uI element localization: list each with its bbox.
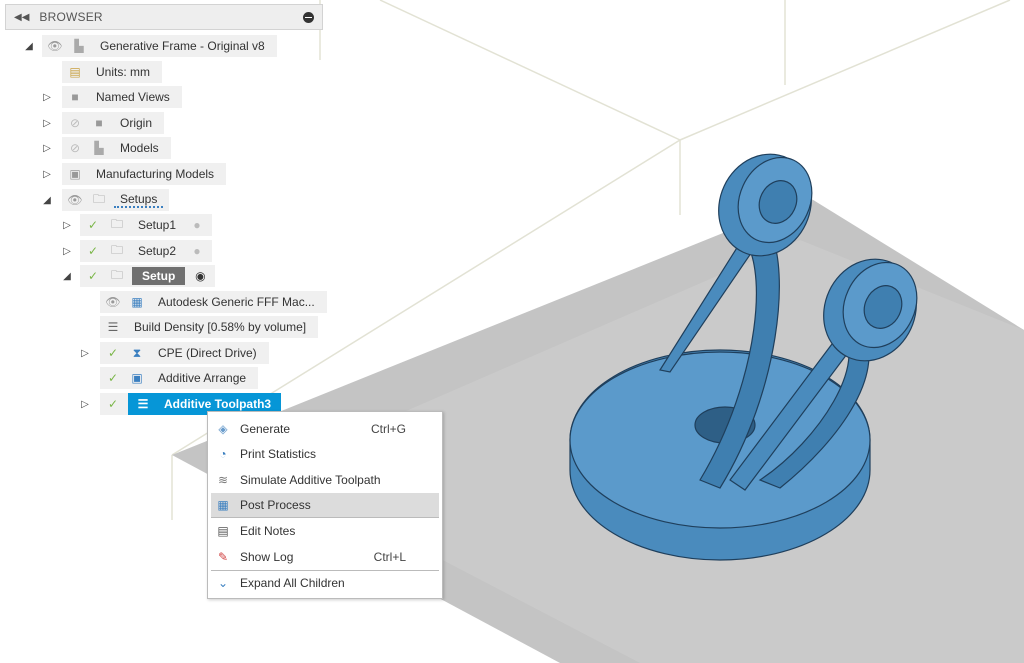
component-icon: ▙ [74,39,84,53]
setup-folder-icon: 🗀 [110,267,123,282]
tree-item-cpe[interactable]: ▷ ✓ ⧗ CPE (Direct Drive) [78,342,269,364]
check-circle-icon: ✓ [107,371,119,385]
tree-item-build-density[interactable]: ☰ Build Density [0.58% by volume] [100,316,319,338]
expanded-arrow-icon[interactable]: ◢ [40,195,54,206]
collapsed-arrow-icon[interactable]: ▷ [40,92,54,103]
collapsed-arrow-icon[interactable]: ▷ [40,118,54,129]
tree-item-setup2[interactable]: ▷ ✓ 🗀 Setup2 ● [60,240,213,262]
tree-item-setup[interactable]: ◢ ✓ 🗀 Setup ◉ [60,265,216,287]
expanded-arrow-icon[interactable]: ◢ [22,41,36,52]
radio-active-icon[interactable]: ◉ [191,267,209,285]
notes-icon: ▤ [217,524,229,539]
setup-folder-icon: 🗀 [110,242,123,257]
expand-chevron-icon: ⌄ [217,576,229,591]
menu-item-edit-notes[interactable]: ▤ Edit Notes [211,518,439,544]
collapsed-arrow-icon[interactable]: ▷ [78,399,92,410]
setup-folder-icon: 🗀 [92,191,105,206]
toolpath-icon: ☰ [137,397,149,411]
list-icon: ☰ [107,320,119,334]
tree-item-setups[interactable]: ◢ 👁 🗀 Setups [40,189,170,211]
tree-item-machine[interactable]: 👁 ▦ Autodesk Generic FFF Mac... [100,291,327,313]
check-circle-icon: ✓ [87,244,99,258]
print-settings-icon: ⧗ [132,345,142,360]
collapsed-arrow-icon[interactable]: ▷ [78,348,92,359]
collapsed-arrow-icon[interactable]: ▷ [60,246,74,257]
minimize-icon[interactable] [303,11,314,23]
clock-icon: ◔ [219,447,227,462]
tree-item-named-views[interactable]: ▷ ■ Named Views [40,86,182,108]
tree-item-manufacturing-models[interactable]: ▷ ▣ Manufacturing Models [40,163,227,185]
folder-icon: ■ [95,116,103,130]
machine-icon: ▦ [131,295,143,309]
collapsed-arrow-icon[interactable]: ▷ [60,220,74,231]
units-document-icon: ▤ [69,65,81,79]
tree-item-setup1[interactable]: ▷ ✓ 🗀 Setup1 ● [60,214,213,236]
tree-item-units[interactable]: ▤ Units: mm [62,61,162,83]
check-circle-icon: ✓ [107,397,119,411]
menu-item-show-log[interactable]: ✎ Show Log Ctrl+L [211,544,439,570]
setup-folder-icon: 🗀 [110,216,123,231]
simulate-layers-icon: ≋ [217,472,229,487]
browser-panel-header: ◀◀ BROWSER [5,4,323,30]
menu-item-simulate[interactable]: ≋ Simulate Additive Toolpath [211,467,439,493]
radio-inactive-icon[interactable]: ● [188,216,206,234]
menu-item-generate[interactable]: ◈ Generate Ctrl+G [211,416,439,442]
menu-item-post-process[interactable]: ▦ Post Process [211,492,439,519]
eye-icon[interactable]: 👁 [46,37,64,55]
tree-item-additive-arrange[interactable]: ✓ ▣ Additive Arrange [100,367,259,389]
manufacturing-model-icon: ▣ [69,167,81,181]
menu-item-print-statistics[interactable]: ◔ Print Statistics [211,442,439,468]
check-circle-icon: ✓ [87,269,99,283]
eye-icon[interactable]: 👁 [104,293,122,311]
expanded-arrow-icon[interactable]: ◢ [60,271,74,282]
check-circle-icon: ✓ [87,218,99,232]
collapse-panel-icon[interactable]: ◀◀ [14,12,29,23]
tree-item-models[interactable]: ▷ ⊘ ▙ Models [40,137,171,159]
eye-icon[interactable]: 👁 [66,191,84,209]
collapsed-arrow-icon[interactable]: ▷ [40,143,54,154]
browser-title: BROWSER [39,10,103,24]
tree-item-root[interactable]: ◢ 👁 ▙ Generative Frame - Original v8 [22,35,277,57]
menu-item-expand-all[interactable]: ⌄ Expand All Children [211,571,439,597]
context-menu: ◈ Generate Ctrl+G ◔ Print Statistics ≋ Simul… [207,411,443,599]
component-icon: ▙ [94,141,104,155]
radio-inactive-icon[interactable]: ● [188,242,206,260]
folder-icon: ■ [71,90,79,104]
generate-icon: ◈ [218,421,228,436]
arrange-icon: ▣ [131,371,143,385]
tree-item-origin[interactable]: ▷ ⊘ ■ Origin [40,112,165,134]
post-process-icon: ▦ [217,498,229,513]
check-circle-icon: ✓ [107,346,119,360]
eye-hidden-icon[interactable]: ⊘ [66,114,84,132]
log-icon: ✎ [217,549,229,564]
eye-hidden-icon[interactable]: ⊘ [66,139,84,157]
collapsed-arrow-icon[interactable]: ▷ [40,169,54,180]
